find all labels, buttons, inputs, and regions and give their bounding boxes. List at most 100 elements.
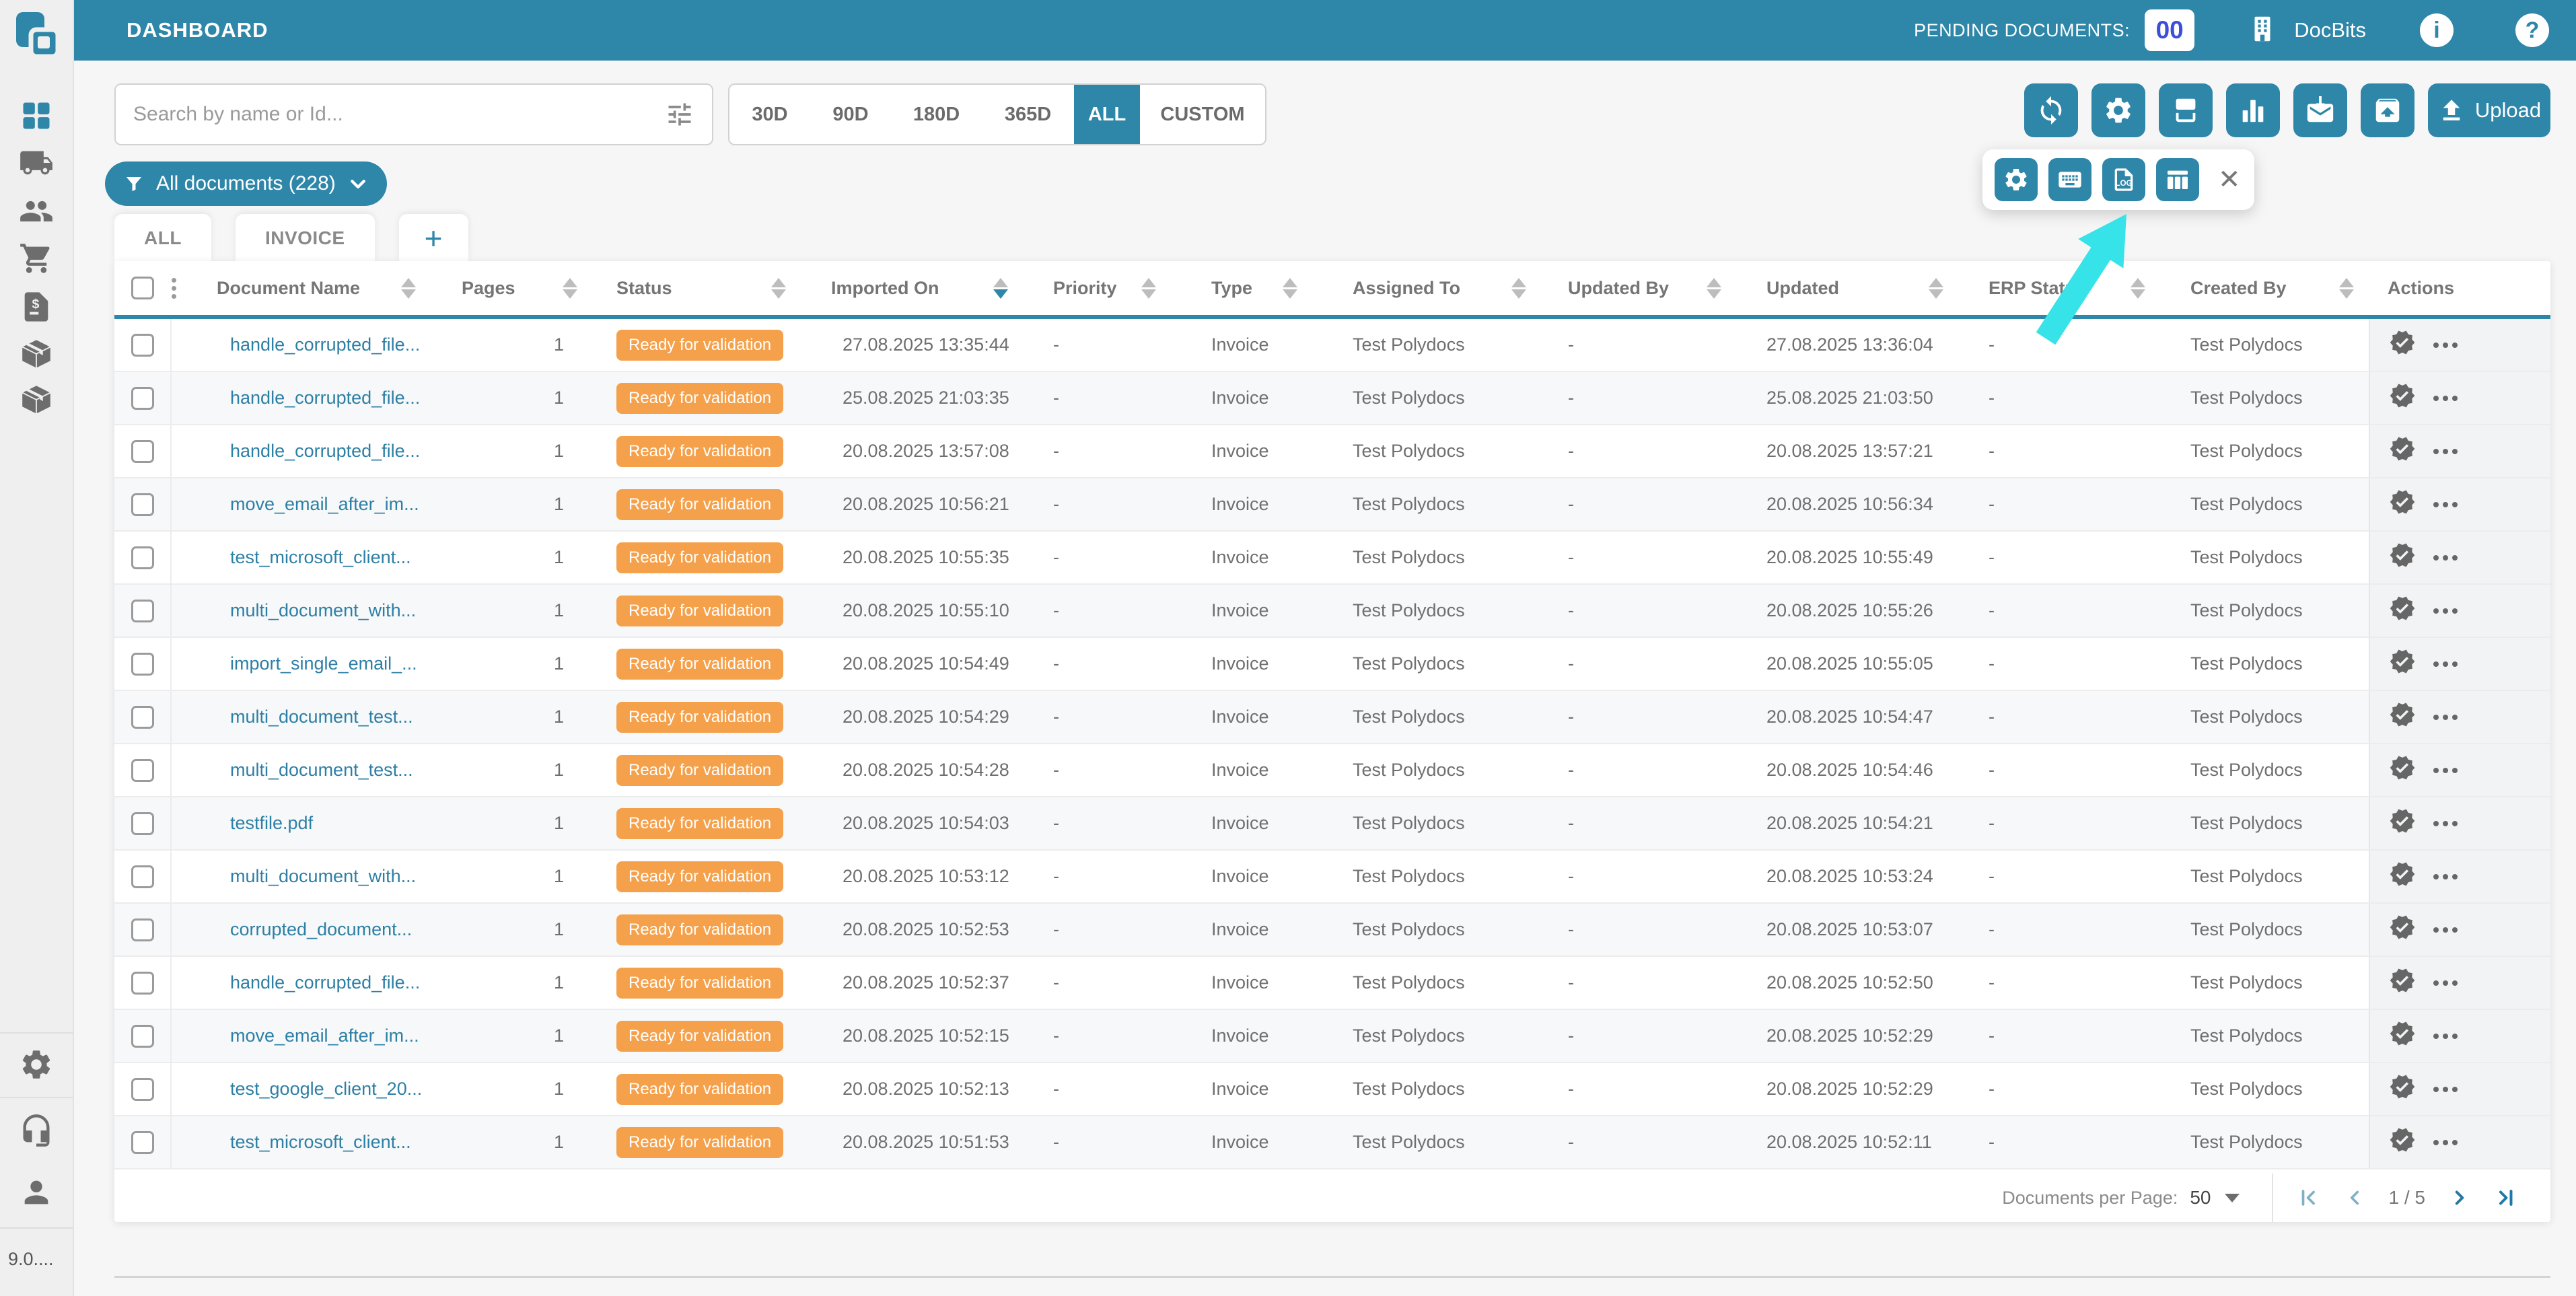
sort-control-updated-by[interactable] bbox=[1707, 278, 1721, 299]
document-name-link[interactable]: testfile.pdf bbox=[230, 813, 313, 833]
document-name-link[interactable]: handle_corrupted_file... bbox=[230, 972, 420, 993]
row-checkbox[interactable] bbox=[131, 812, 154, 835]
sort-control-status[interactable] bbox=[771, 278, 786, 299]
upload-button[interactable]: Upload bbox=[2428, 83, 2550, 137]
info-icon[interactable]: i bbox=[2420, 13, 2454, 47]
row-menu-icon[interactable] bbox=[2433, 768, 2458, 773]
row-menu-icon[interactable] bbox=[2433, 449, 2458, 454]
help-icon[interactable]: ? bbox=[2515, 13, 2549, 47]
popup-columns-button[interactable] bbox=[2156, 158, 2199, 201]
sort-control-imported-on[interactable] bbox=[993, 278, 1008, 299]
sidebar-item-settings[interactable] bbox=[0, 1043, 73, 1086]
sidebar-item-package-alt[interactable] bbox=[0, 378, 73, 421]
row-menu-icon[interactable] bbox=[2433, 874, 2458, 879]
row-menu-icon[interactable] bbox=[2433, 502, 2458, 507]
popup-settings-button[interactable] bbox=[1995, 158, 2038, 201]
row-checkbox[interactable] bbox=[131, 1078, 154, 1101]
row-checkbox[interactable] bbox=[131, 1025, 154, 1048]
prev-page-icon[interactable] bbox=[2343, 1186, 2366, 1209]
row-checkbox[interactable] bbox=[131, 440, 154, 463]
sidebar-item-package[interactable] bbox=[0, 332, 73, 375]
search-input[interactable]: Search by name or Id... bbox=[114, 83, 713, 145]
document-name-link[interactable]: test_microsoft_client... bbox=[230, 547, 411, 567]
row-menu-icon[interactable] bbox=[2433, 1034, 2458, 1039]
date-filter-all[interactable]: ALL bbox=[1074, 85, 1140, 144]
sort-control-assigned-to[interactable] bbox=[1511, 278, 1526, 299]
sidebar-item-profile[interactable] bbox=[0, 1171, 73, 1214]
document-name-link[interactable]: multi_document_with... bbox=[230, 600, 416, 620]
document-name-link[interactable]: multi_document_test... bbox=[230, 707, 413, 727]
row-checkbox[interactable] bbox=[131, 919, 154, 941]
settings-button[interactable] bbox=[2091, 83, 2145, 137]
mail-import-button[interactable] bbox=[2293, 83, 2347, 137]
validate-badge-icon[interactable] bbox=[2389, 542, 2416, 573]
sidebar-item-support[interactable] bbox=[0, 1109, 73, 1152]
docbits-logo[interactable] bbox=[11, 9, 63, 62]
validate-badge-icon[interactable] bbox=[2389, 382, 2416, 414]
sort-control-erp-status[interactable] bbox=[2131, 278, 2145, 299]
sort-control-document-name[interactable] bbox=[401, 278, 416, 299]
document-filter-dropdown[interactable]: All documents (228) bbox=[105, 161, 387, 206]
validate-badge-icon[interactable] bbox=[2389, 329, 2416, 361]
document-name-link[interactable]: move_email_after_im... bbox=[230, 494, 419, 514]
row-checkbox[interactable] bbox=[131, 546, 154, 569]
validate-badge-icon[interactable] bbox=[2389, 489, 2416, 520]
document-name-link[interactable]: multi_document_with... bbox=[230, 866, 416, 886]
document-name-link[interactable]: move_email_after_im... bbox=[230, 1025, 419, 1046]
next-page-icon[interactable] bbox=[2448, 1186, 2471, 1209]
validate-badge-icon[interactable] bbox=[2389, 701, 2416, 733]
row-menu-icon[interactable] bbox=[2433, 715, 2458, 720]
row-menu-icon[interactable] bbox=[2433, 980, 2458, 986]
validate-badge-icon[interactable] bbox=[2389, 1073, 2416, 1105]
row-checkbox[interactable] bbox=[131, 1131, 154, 1154]
sort-control-updated[interactable] bbox=[1929, 278, 1943, 299]
row-menu-icon[interactable] bbox=[2433, 927, 2458, 933]
per-page-caret-icon[interactable] bbox=[2225, 1194, 2240, 1202]
validate-badge-icon[interactable] bbox=[2389, 967, 2416, 999]
document-name-link[interactable]: test_google_client_20... bbox=[230, 1079, 422, 1099]
sidebar-item-invoices[interactable]: $ bbox=[0, 285, 73, 328]
row-checkbox[interactable] bbox=[131, 653, 154, 676]
row-checkbox[interactable] bbox=[131, 600, 154, 622]
sort-control-pages[interactable] bbox=[563, 278, 577, 299]
validate-badge-icon[interactable] bbox=[2389, 1126, 2416, 1158]
row-menu-icon[interactable] bbox=[2433, 821, 2458, 826]
popup-close-icon[interactable]: ✕ bbox=[2218, 166, 2241, 193]
tab-invoice[interactable]: INVOICE bbox=[236, 214, 375, 262]
popup-keyboard-button[interactable] bbox=[2048, 158, 2091, 201]
first-page-icon[interactable] bbox=[2297, 1186, 2320, 1209]
sort-control-type[interactable] bbox=[1283, 278, 1297, 299]
header-kebab-icon[interactable] bbox=[172, 278, 176, 299]
sidebar-item-contacts[interactable] bbox=[0, 190, 73, 233]
validate-badge-icon[interactable] bbox=[2389, 807, 2416, 839]
validate-badge-icon[interactable] bbox=[2389, 861, 2416, 892]
export-button[interactable] bbox=[2361, 83, 2414, 137]
sort-control-created-by[interactable] bbox=[2339, 278, 2354, 299]
tab-all[interactable]: ALL bbox=[114, 214, 211, 262]
document-name-link[interactable]: handle_corrupted_file... bbox=[230, 388, 420, 408]
date-filter-custom[interactable]: CUSTOM bbox=[1140, 85, 1265, 144]
document-name-link[interactable]: handle_corrupted_file... bbox=[230, 441, 420, 461]
row-checkbox[interactable] bbox=[131, 972, 154, 995]
document-name-link[interactable]: multi_document_test... bbox=[230, 760, 413, 780]
sidebar-item-shipments[interactable] bbox=[0, 141, 73, 184]
row-menu-icon[interactable] bbox=[2433, 396, 2458, 401]
sidebar-item-shopping-cart[interactable] bbox=[0, 237, 73, 280]
row-checkbox[interactable] bbox=[131, 334, 154, 357]
row-menu-icon[interactable] bbox=[2433, 661, 2458, 667]
date-filter-30d[interactable]: 30D bbox=[729, 85, 810, 144]
filter-tune-icon[interactable] bbox=[665, 100, 694, 129]
row-checkbox[interactable] bbox=[131, 493, 154, 516]
add-tab-button[interactable]: + bbox=[399, 214, 468, 262]
row-checkbox[interactable] bbox=[131, 759, 154, 782]
sidebar-item-dashboard[interactable] bbox=[0, 94, 73, 137]
validate-badge-icon[interactable] bbox=[2389, 1020, 2416, 1052]
popup-log-button[interactable]: LOG bbox=[2102, 158, 2145, 201]
row-checkbox[interactable] bbox=[131, 706, 154, 729]
document-name-link[interactable]: corrupted_document... bbox=[230, 919, 412, 939]
analytics-button[interactable] bbox=[2226, 83, 2280, 137]
row-checkbox[interactable] bbox=[131, 865, 154, 888]
document-name-link[interactable]: import_single_email_... bbox=[230, 653, 417, 674]
date-filter-180d[interactable]: 180D bbox=[891, 85, 982, 144]
validate-badge-icon[interactable] bbox=[2389, 754, 2416, 786]
